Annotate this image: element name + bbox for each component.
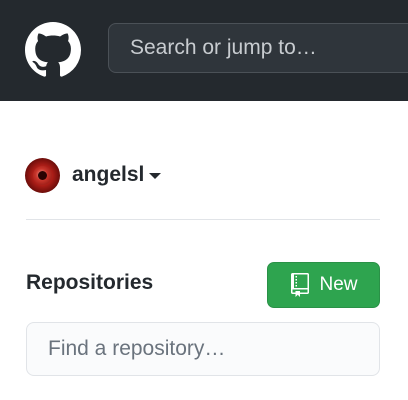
caret-down-icon[interactable] bbox=[149, 173, 162, 179]
repo-icon bbox=[291, 273, 310, 297]
username[interactable]: angelsl bbox=[72, 163, 144, 187]
avatar[interactable] bbox=[25, 157, 60, 193]
new-repository-button[interactable]: New bbox=[267, 262, 380, 308]
repositories-heading: Repositories bbox=[26, 271, 154, 294]
user-switcher[interactable]: angelsl bbox=[25, 157, 162, 193]
new-button-label: New bbox=[319, 274, 358, 295]
header-bar: Search or jump to… bbox=[0, 0, 408, 101]
search-input[interactable]: Search or jump to… bbox=[108, 23, 408, 73]
find-repository-input[interactable] bbox=[26, 322, 380, 376]
github-octocat-icon[interactable] bbox=[25, 22, 81, 78]
search-placeholder: Search or jump to… bbox=[130, 36, 317, 59]
divider bbox=[26, 219, 380, 220]
